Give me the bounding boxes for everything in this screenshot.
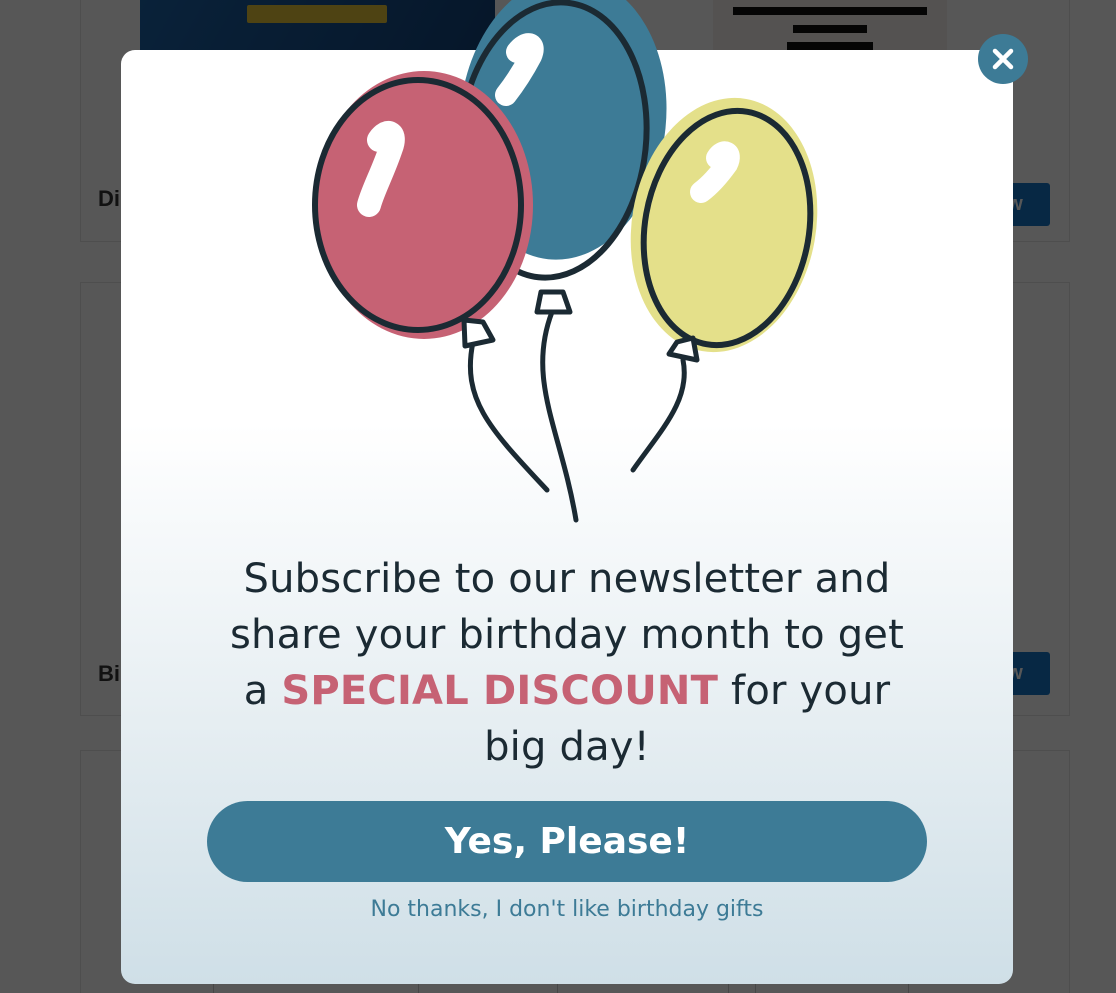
popup-headline: Subscribe to our newsletter and share yo… [121, 551, 1013, 775]
yes-please-button[interactable]: Yes, Please! [207, 801, 927, 882]
headline-line-3-suffix: for your [731, 668, 891, 714]
close-icon [992, 48, 1014, 70]
headline-line-4: big day! [484, 724, 650, 770]
headline-line-2: share your birthday month to get [229, 612, 905, 658]
red-balloon [312, 71, 533, 349]
close-button[interactable] [978, 34, 1028, 84]
headline-line-1: Subscribe to our newsletter and [243, 556, 891, 602]
balloons-illustration [312, 0, 818, 523]
special-discount-highlight: SPECIAL DISCOUNT [281, 668, 719, 714]
headline-line-3-prefix: a [243, 668, 269, 714]
decline-link[interactable]: No thanks, I don't like birthday gifts [121, 897, 1013, 922]
